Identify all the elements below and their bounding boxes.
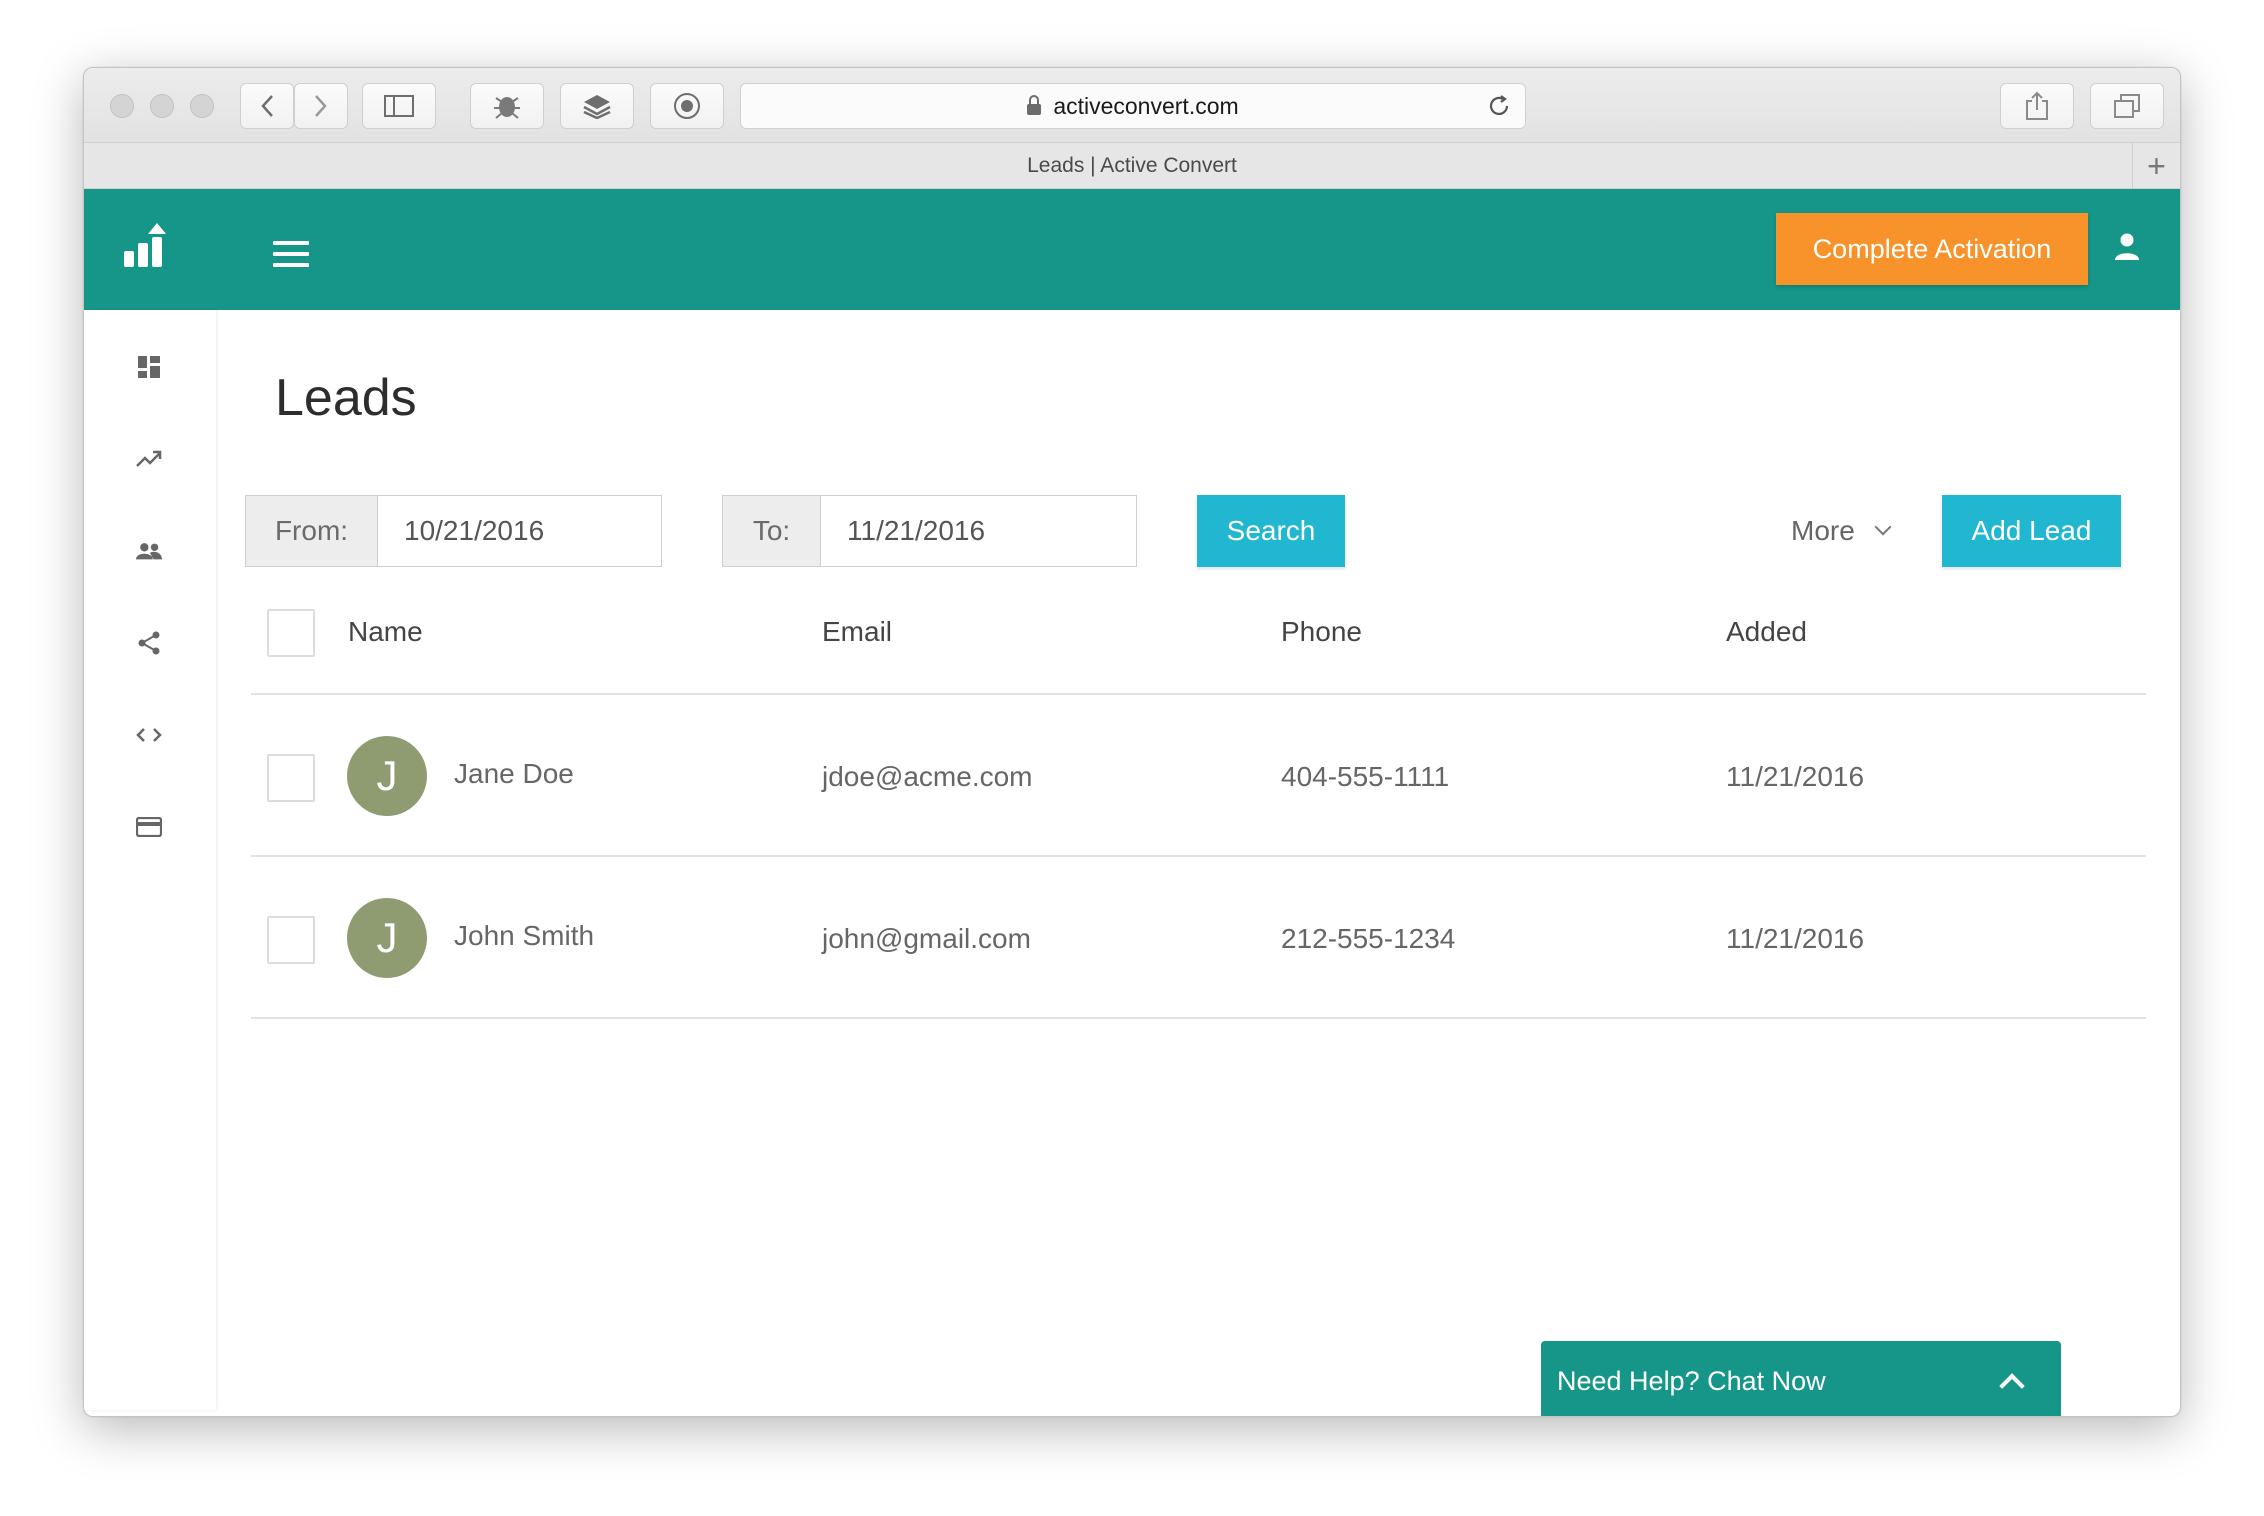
hamburger-icon[interactable] <box>273 241 309 267</box>
dashboard-icon <box>138 356 160 378</box>
screen: activeconvert.com Leads | Active Convert… <box>0 0 2264 1516</box>
credit-card-icon <box>136 817 162 837</box>
lock-icon <box>1027 94 1042 115</box>
people-icon <box>136 543 162 560</box>
lead-added-date: 11/21/2016 <box>1726 923 1865 954</box>
record-extension-button[interactable] <box>650 83 724 129</box>
sidebar-item-analytics[interactable] <box>136 446 162 472</box>
reload-icon[interactable] <box>1487 94 1511 118</box>
sidebar-item-billing[interactable] <box>136 814 162 840</box>
bar-chart-up-icon[interactable] <box>124 223 168 269</box>
sidebar-panel-icon <box>384 95 414 117</box>
sidebar-item-leads[interactable] <box>136 538 162 564</box>
tabs-overview-button[interactable] <box>2090 83 2164 129</box>
search-button[interactable]: Search <box>1197 495 1345 567</box>
tab-title[interactable]: Leads | Active Convert <box>1027 154 1237 178</box>
tab-bar: Leads | Active Convert + <box>84 143 2180 189</box>
tabs-icon <box>2114 94 2140 118</box>
select-all-checkbox[interactable] <box>267 609 315 657</box>
back-button[interactable] <box>240 83 294 129</box>
lead-name[interactable]: John Smith <box>454 920 594 952</box>
zoom-window-button[interactable] <box>190 94 214 118</box>
minimize-window-button[interactable] <box>150 94 174 118</box>
row-checkbox[interactable] <box>267 916 315 964</box>
layers-extension-button[interactable] <box>560 83 634 129</box>
bug-icon <box>494 97 520 119</box>
browser-toolbar: activeconvert.com <box>84 68 2180 143</box>
lead-added-date: 11/21/2016 <box>1726 761 1865 792</box>
table-header-divider <box>251 693 2146 695</box>
sidebar-nav <box>84 310 216 1410</box>
plus-icon: + <box>2147 147 2166 184</box>
chevron-up-icon[interactable] <box>1999 1373 2025 1399</box>
lead-phone: 404-555-1111 <box>1281 761 1450 792</box>
address-bar[interactable]: activeconvert.com <box>740 83 1526 129</box>
row-divider <box>251 1017 2146 1019</box>
chevron-down-icon <box>1874 518 1892 536</box>
more-label: More <box>1791 515 1855 546</box>
add-lead-button[interactable]: Add Lead <box>1942 495 2121 567</box>
record-icon <box>674 93 700 119</box>
share-box-icon <box>2026 91 2048 120</box>
address-url: activeconvert.com <box>1053 92 1239 119</box>
from-label: From: <box>245 495 378 567</box>
app-header: Complete Activation <box>84 189 2180 310</box>
code-icon <box>136 728 162 742</box>
avatar: J <box>347 736 427 816</box>
complete-activation-button[interactable]: Complete Activation <box>1776 213 2088 285</box>
chat-widget[interactable]: Need Help? Chat Now <box>1541 1341 2061 1416</box>
trending-up-icon <box>136 450 162 467</box>
lead-email[interactable]: jdoe@acme.com <box>822 761 1033 793</box>
sidebar-item-share[interactable] <box>136 630 162 656</box>
lead-email[interactable]: john@gmail.com <box>822 923 1031 955</box>
to-label: To: <box>722 495 821 567</box>
avatar: J <box>347 898 427 978</box>
new-tab-button[interactable]: + <box>2132 143 2180 189</box>
column-header-email[interactable]: Email <box>822 616 892 648</box>
layers-icon <box>583 95 611 119</box>
close-window-button[interactable] <box>110 94 134 118</box>
lead-name[interactable]: Jane Doe <box>454 758 574 790</box>
row-checkbox[interactable] <box>267 754 315 802</box>
person-icon[interactable] <box>2114 233 2140 261</box>
more-dropdown[interactable]: More <box>1791 495 1892 567</box>
from-date-input[interactable] <box>378 495 662 567</box>
browser-window: activeconvert.com Leads | Active Convert… <box>83 67 2181 1417</box>
row-divider <box>251 855 2146 857</box>
share-icon <box>138 631 160 655</box>
forward-button[interactable] <box>294 83 348 129</box>
column-header-phone[interactable]: Phone <box>1281 616 1362 648</box>
column-header-name[interactable]: Name <box>348 616 423 648</box>
lead-phone: 212-555-1234 <box>1281 923 1456 954</box>
chevron-right-icon <box>315 95 327 117</box>
chevron-left-icon <box>261 95 273 117</box>
sidebar-item-dashboard[interactable] <box>136 354 162 380</box>
to-date-input[interactable] <box>821 495 1137 567</box>
extension-button[interactable] <box>470 83 544 129</box>
share-browser-button[interactable] <box>2000 83 2074 129</box>
page-title: Leads <box>275 369 417 427</box>
chat-label: Need Help? Chat Now <box>1557 1365 1826 1396</box>
sidebar-toggle-button[interactable] <box>362 83 436 129</box>
sidebar-item-code[interactable] <box>136 722 162 748</box>
column-header-added[interactable]: Added <box>1726 616 1807 648</box>
